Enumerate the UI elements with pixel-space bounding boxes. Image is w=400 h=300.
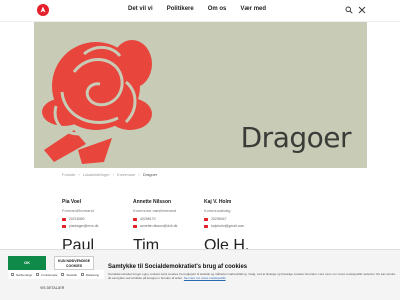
cookie-description-text: Socialdemokratiet bruger egne cookies sa…: [108, 272, 396, 280]
contact-phone[interactable]: 20298447: [211, 217, 227, 221]
checkbox-box[interactable]: [61, 273, 65, 276]
site-header: Det vil vi Politikere Om os Vær med: [0, 0, 400, 22]
breadcrumb-item[interactable]: Kommune: [117, 172, 135, 177]
checkbox-label: Nødvendige: [16, 272, 33, 277]
main-nav: Det vil vi Politikere Om os Vær med: [128, 6, 266, 12]
checkbox-box[interactable]: [11, 273, 14, 276]
email-icon: [133, 224, 137, 228]
nav-item-det-vil-vi[interactable]: Det vil vi: [128, 6, 153, 12]
nav-item-om-os[interactable]: Om os: [208, 6, 227, 12]
contact-email[interactable]: annette.nilsson@dvb.dk: [140, 224, 177, 228]
nav-item-vaer-med[interactable]: Vær med: [240, 6, 266, 12]
contact-role: Kommune-næstformand: [133, 208, 177, 213]
contact-role: Kommunalvalg: [204, 208, 231, 213]
contact-name: Annette Nilsson: [133, 199, 172, 205]
checkbox-label: Marketing: [85, 272, 100, 277]
contact-name: Pia Voel: [62, 199, 82, 205]
checkbox-marketing[interactable]: Marketing: [80, 272, 100, 277]
cookie-consent-banner: OK KUN NØDVENDIGE COOKIES Nødvendige Fun…: [0, 249, 400, 300]
phone-icon: [62, 217, 66, 221]
hero-title: Dragoer: [240, 121, 352, 154]
contact-email[interactable]: piadrager@mvs.dk: [69, 224, 98, 228]
show-details-link[interactable]: VIS DETALJER: [40, 286, 64, 290]
breadcrumb: Forside › Lokalafdelinger › Kommune › Drago…: [62, 172, 158, 177]
contact-email[interactable]: kajvholm@gmail.com: [211, 224, 244, 228]
breadcrumb-item[interactable]: Lokalafdelinger: [83, 172, 110, 177]
email-icon: [204, 224, 208, 228]
contact-phone[interactable]: 40298170: [140, 217, 156, 221]
contact-phone[interactable]: 20218450: [69, 217, 85, 221]
menu-icon[interactable]: [358, 6, 366, 14]
checkbox-statistics[interactable]: Statistik: [61, 273, 77, 277]
contact-card: Pia Voel Formand/formand 20218450 piadra…: [62, 199, 122, 228]
breadcrumb-item[interactable]: Forside: [62, 172, 75, 177]
email-icon: [62, 224, 66, 228]
checkbox-box[interactable]: [36, 273, 40, 276]
checkbox-box[interactable]: [80, 273, 84, 276]
nav-item-politikere[interactable]: Politikere: [167, 6, 194, 12]
checkbox-label: Statistik: [66, 272, 77, 277]
party-rose-logo[interactable]: [37, 4, 49, 16]
page: Det vil vi Politikere Om os Vær med Drag…: [0, 0, 400, 300]
breadcrumb-current: Dragoer: [142, 172, 158, 177]
checkbox-label: Funktionelle: [41, 272, 58, 277]
accept-cookies-button[interactable]: OK: [8, 256, 46, 270]
contact-card: Annette Nilsson Kommune-næstformand 4029…: [133, 199, 193, 228]
search-icon[interactable]: [345, 6, 353, 14]
contact-role: Formand/formand: [62, 208, 94, 213]
checkbox-necessary[interactable]: Nødvendige: [11, 273, 32, 277]
phone-icon: [204, 217, 208, 221]
contact-name: Kaj V. Holm: [204, 199, 232, 205]
hero-banner: Dragoer: [34, 22, 367, 168]
necessary-cookies-button[interactable]: KUN NØDVENDIGE COOKIES: [54, 256, 94, 270]
contact-card: Kaj V. Holm Kommunalvalg 20298447 kajvho…: [204, 199, 264, 228]
cookie-policy-link[interactable]: Se mere om vores cookiepolitik: [184, 276, 226, 280]
cookie-description: Socialdemokratiet bruger egne cookies sa…: [108, 272, 398, 280]
cookie-title: Samtykke til Socialdemokratiet's brug af…: [108, 264, 248, 270]
cookie-checkboxes: Nødvendige Funktionelle Statistik Market…: [8, 270, 104, 279]
phone-icon: [133, 217, 137, 221]
checkbox-functional[interactable]: Funktionelle: [36, 273, 57, 277]
